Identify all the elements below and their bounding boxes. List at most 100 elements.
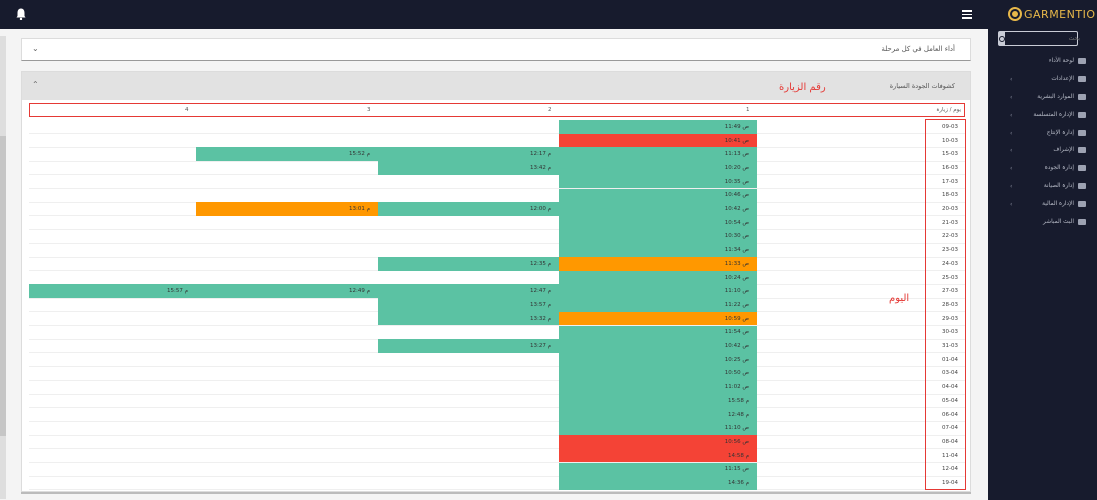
visit-cell[interactable]: 10:42 ص (559, 339, 757, 353)
visit-cell[interactable]: 10:59 ص (559, 311, 757, 326)
worker-performance-title: أداء العامل في كل مرحلة (881, 45, 955, 53)
table-row (29, 489, 965, 491)
rss-icon (1078, 218, 1086, 225)
bell-icon[interactable] (16, 8, 26, 20)
visit-cell[interactable]: 12:17 م (378, 147, 559, 162)
money-icon (1078, 201, 1086, 208)
visit-cell[interactable]: 12:35 م (378, 257, 559, 271)
sidebar-item-9[interactable]: ‹ الإدارة المالية (988, 195, 1097, 213)
visit-cell[interactable]: 13:32 م (378, 311, 559, 326)
table-row (29, 393, 965, 395)
sidebar-item-label: إدارة الصيانة (1043, 183, 1074, 190)
table-row (29, 407, 965, 409)
sidebar: GARMENTIO لوحة الأداء ‹ الإعدادات ‹ الموارد … (988, 0, 1097, 500)
sidebar-nav: لوحة الأداء ‹ الإعدادات ‹ الموارد البشرية ‹ ال… (988, 52, 1097, 231)
sidebar-item-label: الإدارة المتسلسة (1033, 111, 1074, 118)
sidebar-item-2[interactable]: ‹ الإعدادات (988, 70, 1097, 88)
visit-cell[interactable]: 13:57 م (378, 298, 559, 312)
chevron-left-icon: ‹ (1010, 111, 1013, 119)
sidebar-item-7[interactable]: ‹ إدارة الجودة (988, 159, 1097, 177)
visit-cell[interactable]: 10:54 ص (559, 215, 757, 230)
table-row (29, 475, 965, 477)
card-bottom-border (21, 492, 971, 494)
sidebar-item-label: إدارة الجودة (1044, 165, 1074, 172)
sidebar-item-label: الإشراف (1053, 147, 1074, 154)
visit-cell[interactable]: 10:46 ص (559, 188, 757, 203)
visit-cell[interactable]: 10:20 ص (559, 161, 757, 175)
clipboard-icon (1078, 165, 1086, 172)
visit-cell[interactable]: 11:10 ص (559, 421, 757, 436)
table-row (29, 229, 965, 231)
chevron-left-icon: ‹ (1010, 129, 1013, 137)
visit-cell[interactable]: 14:36 م (559, 476, 757, 490)
visit-cell[interactable]: 10:24 ص (559, 270, 757, 285)
visit-cell[interactable]: 10:56 ص (559, 435, 757, 449)
visit-cell[interactable]: 10:25 ص (559, 352, 757, 367)
visit-cell[interactable]: 10:41 ص (559, 133, 757, 148)
visit-cell[interactable]: 11:15 ص (559, 462, 757, 477)
table-row (29, 420, 965, 422)
sidebar-item-5[interactable]: ‹ إدارة الإنتاج (988, 124, 1097, 142)
scrollbar[interactable] (0, 36, 6, 499)
list-icon (1078, 147, 1086, 154)
users-icon (1078, 93, 1086, 100)
visit-cell[interactable]: 12:49 م (196, 284, 378, 299)
sidebar-item-label: البث المباشر (1043, 218, 1074, 225)
visit-cell[interactable]: 11:49 ص (559, 120, 757, 134)
visit-cell[interactable]: 11:10 ص (559, 284, 757, 299)
visit-cell[interactable]: 12:00 م (378, 202, 559, 216)
visit-cell[interactable]: 13:01 م (196, 202, 378, 216)
sidebar-item-1[interactable]: لوحة الأداء (988, 52, 1097, 70)
table-row (29, 366, 965, 368)
visit-cell[interactable]: 11:22 ص (559, 298, 757, 312)
visit-cell[interactable]: 10:50 ص (559, 366, 757, 381)
visit-cell[interactable]: 11:54 ص (559, 325, 757, 340)
visit-cell[interactable]: 15:57 م (29, 284, 196, 299)
visit-cell[interactable]: 10:30 ص (559, 229, 757, 244)
sidebar-item-label: الإدارة المالية (1042, 201, 1074, 208)
visit-cell[interactable]: 14:58 م (559, 448, 757, 463)
table-row (29, 242, 965, 244)
sidebar-search (998, 31, 1083, 46)
chevron-left-icon: ‹ (1010, 147, 1013, 155)
tools-icon (1078, 183, 1086, 190)
chevron-left-icon: ‹ (1010, 183, 1013, 191)
chevron-down-icon[interactable]: ⌄ (32, 44, 39, 53)
sidebar-item-6[interactable]: ‹ الإشراف (988, 141, 1097, 159)
visit-cell[interactable]: 13:27 م (378, 339, 559, 353)
visit-cell[interactable]: 11:13 ص (559, 147, 757, 162)
table-row (29, 133, 965, 135)
table-row (29, 379, 965, 381)
app-logo[interactable]: GARMENTIO (1008, 5, 1095, 23)
chevron-left-icon: ‹ (1010, 201, 1013, 209)
day-column-highlight (925, 119, 966, 490)
visit-cell[interactable]: 11:02 ص (559, 380, 757, 394)
search-input[interactable] (1005, 32, 1083, 45)
logo-text: GARMENTIO (1024, 7, 1096, 21)
hamburger-icon[interactable] (962, 10, 972, 19)
table-row (29, 434, 965, 436)
sidebar-item-label: إدارة الإنتاج (1046, 129, 1074, 136)
top-bar (0, 0, 988, 29)
visit-cell[interactable]: 15:52 م (196, 147, 378, 162)
visit-cell[interactable]: 10:35 ص (559, 174, 757, 189)
sidebar-item-label: الموارد البشرية (1037, 93, 1074, 100)
chevron-left-icon: ‹ (1010, 165, 1013, 173)
scrollbar-thumb[interactable] (0, 136, 6, 436)
sidebar-item-3[interactable]: ‹ الموارد البشرية (988, 88, 1097, 106)
sidebar-item-10[interactable]: البث المباشر (988, 213, 1097, 231)
visit-cell[interactable]: 10:42 ص (559, 202, 757, 216)
visit-cell[interactable]: 13:42 م (378, 161, 559, 175)
visit-cell[interactable]: 15:58 م (559, 394, 757, 408)
worker-performance-card[interactable]: ⌄ أداء العامل في كل مرحلة (21, 38, 971, 61)
sidebar-item-label: لوحة الأداء (1048, 57, 1074, 64)
visit-cell[interactable]: 12:48 م (559, 407, 757, 422)
sidebar-item-4[interactable]: ‹ الإدارة المتسلسة (988, 106, 1097, 124)
visit-cell[interactable]: 11:34 ص (559, 243, 757, 257)
visit-cell[interactable]: 12:47 م (378, 284, 559, 299)
day-annotation: اليوم (889, 293, 910, 304)
pie-icon (1078, 129, 1086, 136)
table-row (29, 188, 965, 189)
sidebar-item-8[interactable]: ‹ إدارة الصيانة (988, 177, 1097, 195)
visit-cell[interactable]: 11:33 ص (559, 257, 757, 271)
